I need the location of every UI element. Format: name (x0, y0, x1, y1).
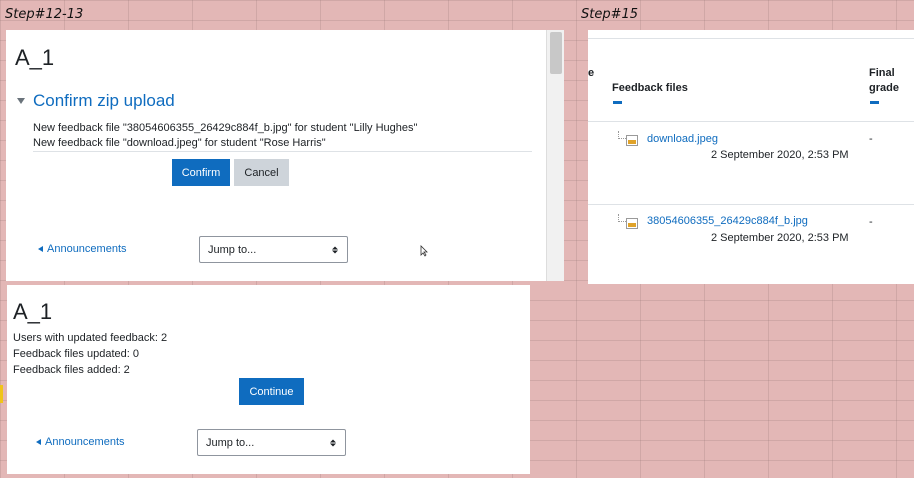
col-header-final-grade-line1: Final (869, 67, 895, 79)
upload-result-panel: A_1 Users with updated feedback: 2 Feedb… (7, 285, 530, 474)
feedback-file-link[interactable]: download.jpeg (647, 133, 718, 145)
triangle-left-icon (36, 439, 41, 445)
select-arrows-icon (332, 246, 338, 253)
result-line: Feedback files added: 2 (13, 364, 130, 376)
row-divider (588, 204, 914, 205)
chevron-down-icon (17, 98, 25, 104)
feedback-message: New feedback file "38054606355_26429c884… (33, 122, 418, 134)
step-label-15: Step#15 (581, 7, 639, 22)
cancel-button[interactable]: Cancel (234, 159, 289, 186)
image-file-icon (626, 135, 638, 146)
confirm-zip-section-toggle[interactable]: Confirm zip upload (17, 91, 175, 111)
section-heading: Confirm zip upload (33, 91, 175, 110)
sort-indicator[interactable] (870, 101, 879, 104)
row-divider (588, 121, 914, 122)
result-line: Feedback files updated: 0 (13, 348, 139, 360)
feedback-file-link[interactable]: 38054606355_26429c884f_b.jpg (647, 215, 808, 227)
tree-connector (618, 214, 626, 222)
jump-to-value: Jump to... (208, 243, 257, 256)
result-line: Users with updated feedback: 2 (13, 332, 168, 344)
jump-to-select[interactable]: Jump to... (199, 236, 348, 263)
feedback-table-panel: e Feedback files Final grade download.jp… (588, 30, 914, 284)
jump-to-value: Jump to... (206, 436, 255, 449)
prev-activity-link[interactable]: Announcements (36, 436, 125, 448)
partial-column-heading: e (588, 67, 595, 79)
col-header-final-grade-line2: grade (869, 82, 899, 94)
sort-indicator[interactable] (613, 101, 622, 104)
select-arrows-icon (330, 439, 336, 446)
col-header-feedback-files[interactable]: Feedback files (612, 81, 688, 96)
continue-button[interactable]: Continue (239, 378, 304, 405)
prev-activity-label: Announcements (47, 243, 127, 255)
scrollbar[interactable] (546, 30, 564, 281)
mouse-cursor-icon (420, 245, 428, 257)
col-header-final-grade[interactable]: Final grade (869, 66, 899, 96)
final-grade-value: - (869, 216, 873, 228)
prev-activity-label: Announcements (45, 436, 125, 448)
scrollbar-thumb[interactable] (550, 32, 562, 74)
confirm-upload-panel: A_1 Confirm zip upload New feedback file… (6, 30, 564, 281)
prev-activity-link[interactable]: Announcements (38, 243, 127, 255)
cell-marker (0, 385, 3, 403)
divider (588, 38, 914, 39)
file-date: 2 September 2020, 2:53 PM (711, 149, 849, 161)
feedback-message: New feedback file "download.jpeg" for st… (33, 137, 326, 149)
page-title: A_1 (15, 45, 55, 70)
triangle-left-icon (38, 246, 43, 252)
tree-connector (618, 131, 626, 139)
image-file-icon (626, 218, 638, 229)
jump-to-select[interactable]: Jump to... (197, 429, 346, 456)
divider (33, 151, 532, 152)
step-label-12-13: Step#12-13 (5, 7, 84, 22)
final-grade-value: - (869, 133, 873, 145)
page-title: A_1 (13, 299, 53, 324)
file-date: 2 September 2020, 2:53 PM (711, 232, 849, 244)
confirm-button[interactable]: Confirm (172, 159, 230, 186)
